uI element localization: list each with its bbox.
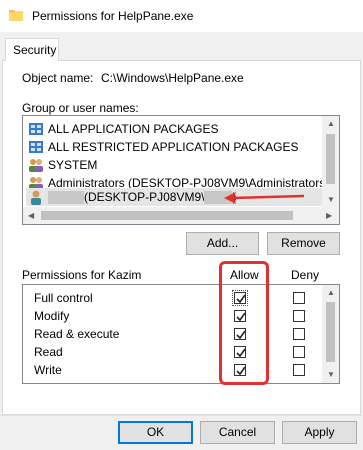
scrollbar-thumb[interactable] <box>41 211 293 220</box>
folder-icon <box>9 10 23 21</box>
permission-label: Write <box>34 363 62 377</box>
footer-divider <box>0 415 363 416</box>
package-icon <box>29 123 43 135</box>
scrollbar-thumb[interactable] <box>326 302 335 362</box>
permission-row: Full control <box>23 289 323 307</box>
users-icon <box>29 159 43 172</box>
scroll-down-icon[interactable]: ▼ <box>327 195 335 204</box>
object-name-value: C:\Windows\HelpPane.exe <box>101 71 244 85</box>
permission-row: Read <box>23 343 323 361</box>
remove-button[interactable]: Remove <box>267 232 340 255</box>
list-item-label: SYSTEM <box>48 158 98 172</box>
horizontal-scrollbar[interactable]: ◀ ▶ <box>23 207 339 224</box>
annotation-highlight-box <box>219 261 269 385</box>
permission-label: Read & execute <box>34 327 120 341</box>
add-button[interactable]: Add... <box>186 232 259 255</box>
annotation-arrow <box>224 192 305 204</box>
window-title: Permissions for HelpPane.exe <box>32 9 194 23</box>
apply-button[interactable]: Apply <box>282 421 357 444</box>
list-item[interactable]: ALL APPLICATION PACKAGES <box>26 120 322 138</box>
object-name-label: Object name: <box>22 71 94 85</box>
vertical-scrollbar[interactable]: ▲ ▼ <box>322 116 339 207</box>
list-item[interactable]: SYSTEM <box>26 156 322 174</box>
permission-label: Full control <box>34 291 93 305</box>
scroll-right-icon[interactable]: ▶ <box>326 211 332 220</box>
permission-row: Read & execute <box>23 325 323 343</box>
scrollbar-thumb[interactable] <box>326 134 335 184</box>
permission-label: Modify <box>34 309 70 323</box>
permissions-list: Full control Modify Read & execute Read … <box>22 284 340 384</box>
scroll-up-icon[interactable]: ▲ <box>327 119 335 128</box>
deny-checkbox[interactable] <box>293 364 305 376</box>
list-item-label: ALL RESTRICTED APPLICATION PACKAGES <box>48 140 299 154</box>
vertical-scrollbar[interactable]: ▲ ▼ <box>322 285 339 383</box>
deny-header: Deny <box>291 268 320 282</box>
group-list-label: Group or user names: <box>22 101 139 115</box>
permissions-label: Permissions for Kazim <box>22 268 142 282</box>
user-icon <box>31 190 41 205</box>
list-item[interactable]: ALL RESTRICTED APPLICATION PACKAGES <box>26 138 322 156</box>
cancel-button[interactable]: Cancel <box>200 421 275 444</box>
scroll-down-icon[interactable]: ▼ <box>327 370 335 379</box>
group-user-list[interactable]: ALL APPLICATION PACKAGES ALL RESTRICTED … <box>22 115 340 225</box>
ok-button[interactable]: OK <box>118 421 193 444</box>
deny-checkbox[interactable] <box>293 328 305 340</box>
permission-row: Modify <box>23 307 323 325</box>
tab-security[interactable]: Security <box>5 38 59 61</box>
redacted-text <box>48 191 84 205</box>
scroll-up-icon[interactable]: ▲ <box>327 288 335 297</box>
permission-row: Write <box>23 361 323 379</box>
deny-checkbox[interactable] <box>293 292 305 304</box>
deny-checkbox[interactable] <box>293 310 305 322</box>
list-item-label: (DESKTOP-PJ08VM9\) <box>48 190 236 205</box>
package-icon <box>29 141 43 153</box>
list-item-label: ALL APPLICATION PACKAGES <box>48 122 219 136</box>
deny-checkbox[interactable] <box>293 346 305 358</box>
permission-label: Read <box>34 345 63 359</box>
tab-security-label: Security <box>13 43 57 57</box>
list-item-domain: (DESKTOP-PJ08VM9\ <box>84 190 205 204</box>
scroll-left-icon[interactable]: ◀ <box>28 211 34 220</box>
